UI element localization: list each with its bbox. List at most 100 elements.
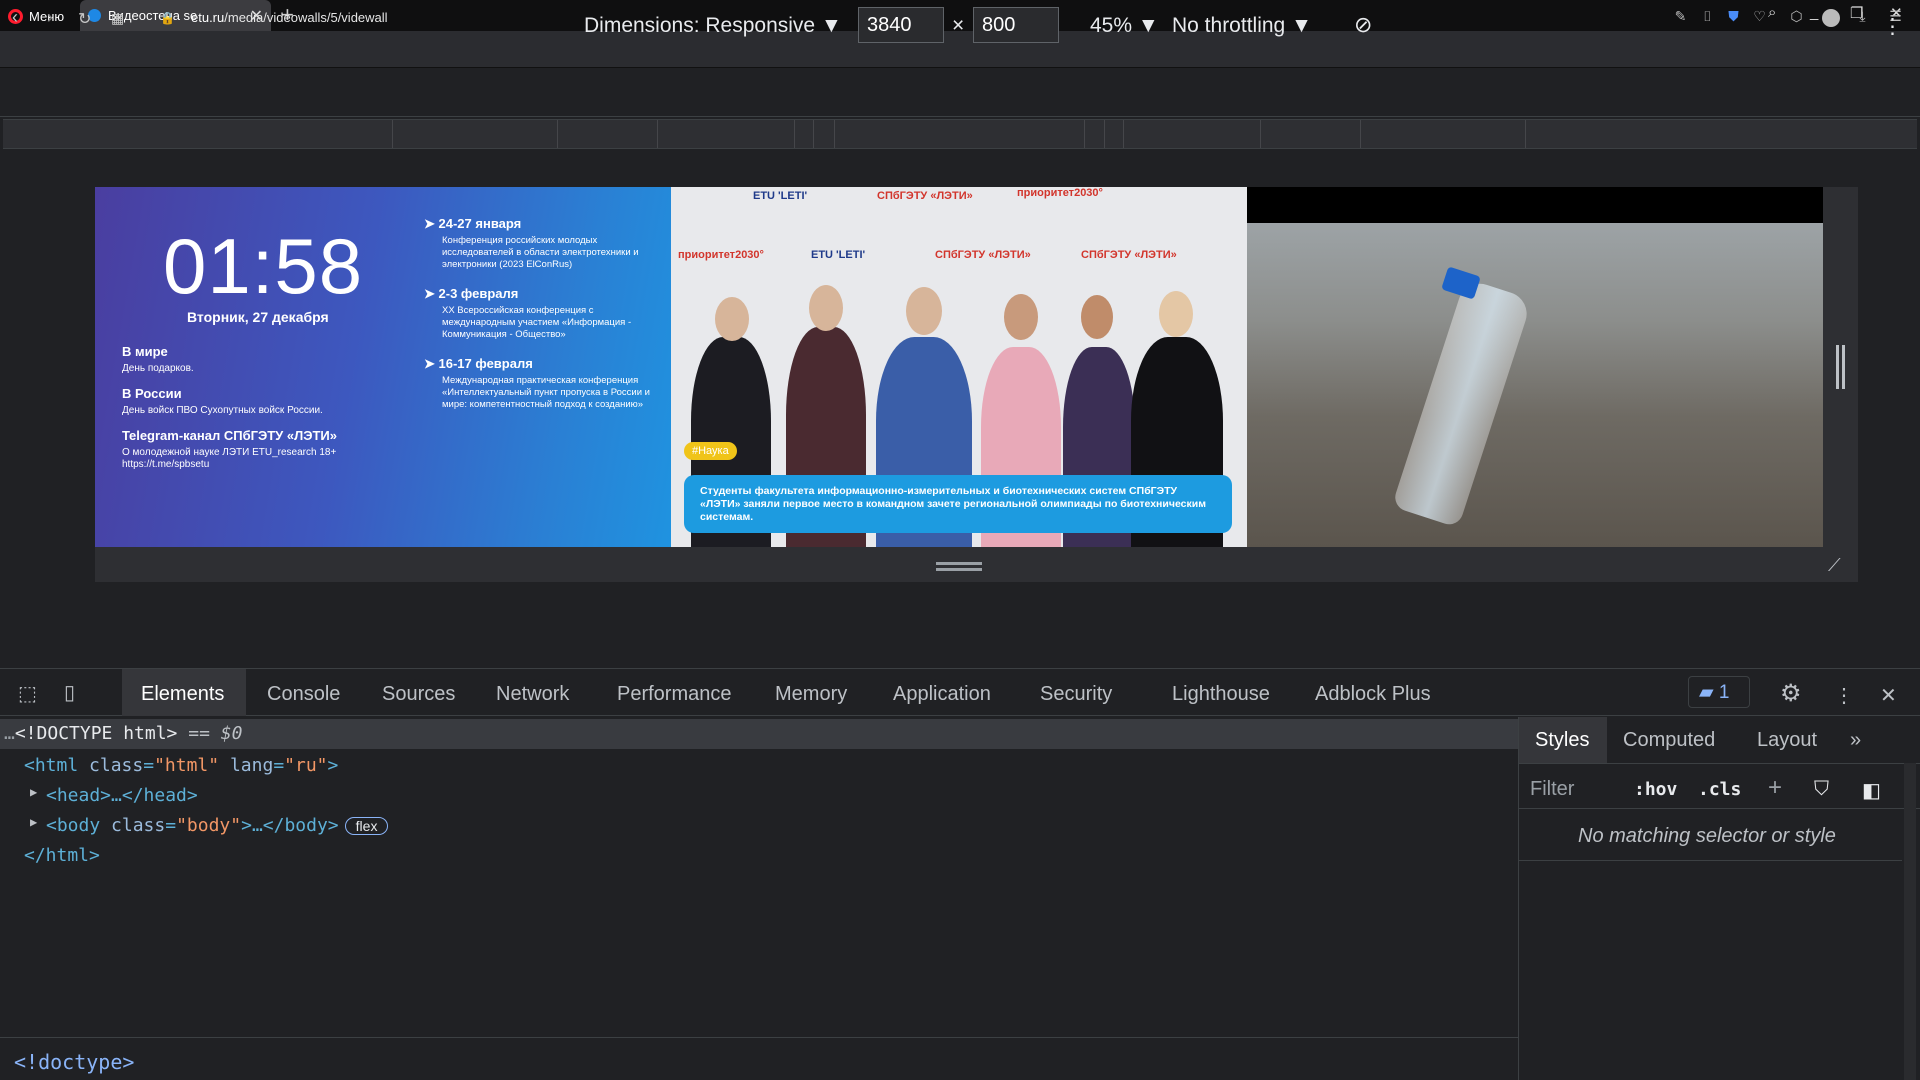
russia-text: День войск ПВО Сухопутных войск России. — [122, 405, 323, 416]
bottle-cap — [1441, 266, 1481, 300]
minimize-icon[interactable]: _ — [1810, 4, 1818, 21]
dimensions-dropdown[interactable]: Dimensions: Responsive ▼ — [584, 14, 842, 38]
dom-body-line[interactable]: <body class="body">…</body> flex — [46, 815, 389, 836]
close-devtools-icon[interactable]: ✕ — [1880, 683, 1897, 708]
ruler-tick — [1260, 120, 1261, 148]
reload-icon[interactable]: ↻ — [78, 9, 91, 29]
download-icon[interactable]: ⤓ — [1855, 9, 1870, 24]
dom-head-line[interactable]: <head>…</head> — [46, 785, 198, 806]
no-matching-styles: No matching selector or style — [1578, 825, 1836, 847]
ruler-tick — [1360, 120, 1361, 148]
ruler-tick — [657, 120, 658, 148]
styles-divider[interactable] — [1518, 717, 1519, 1080]
event-date: ➤ 2-3 февраля — [424, 286, 519, 301]
more-options-icon[interactable]: ⋮ — [1882, 14, 1903, 39]
breadcrumb-item[interactable]: <!doctype> — [14, 1050, 134, 1074]
event-date: ➤ 16-17 февраля — [424, 356, 533, 371]
class-toggle-button[interactable]: .cls — [1698, 779, 1741, 800]
divider — [1519, 808, 1920, 809]
chevron-down-icon: ▼ — [820, 14, 842, 37]
cube-icon[interactable]: ⬡ — [1789, 9, 1804, 24]
resize-corner-icon[interactable]: ⟋ — [1828, 555, 1841, 576]
tab-sources[interactable]: Sources — [382, 683, 455, 706]
event-desc: Международная практическая конференция «… — [442, 375, 650, 410]
devtools-more-icon[interactable]: ⋮ — [1834, 683, 1854, 708]
device-toggle-icon[interactable]: ▯ — [64, 680, 75, 705]
tab-security[interactable]: Security — [1040, 683, 1112, 706]
dom-html-line[interactable]: <html class="html" lang="ru"> — [24, 755, 338, 776]
tab-computed[interactable]: Computed — [1623, 729, 1715, 752]
breadcrumb — [0, 1037, 1518, 1080]
media-query-bar[interactable] — [3, 119, 1917, 149]
tab-adblock-plus[interactable]: Adblock Plus — [1315, 683, 1431, 706]
category-badge: #Наука — [684, 442, 737, 460]
tab-network[interactable]: Network — [496, 683, 569, 706]
person-head — [715, 297, 749, 341]
news-photo: ETU 'LETI' СПбГЭТУ «ЛЭТИ» приоритет2030°… — [671, 187, 1247, 547]
avatar-icon[interactable] — [1822, 9, 1840, 27]
message-icon: ▰ — [1699, 682, 1714, 703]
telegram-link[interactable]: https://t.me/spbsetu — [122, 459, 209, 471]
telegram-heading: Telegram-канал СПбГЭТУ «ЛЭТИ» — [122, 428, 337, 443]
styles-filter-input[interactable]: Filter — [1530, 778, 1574, 801]
world-heading: В мире — [122, 344, 168, 359]
tabs-grid-icon[interactable]: ▦ — [111, 10, 124, 27]
ruler-tick — [1084, 120, 1085, 148]
zoom-dropdown[interactable]: 45% ▼ — [1090, 14, 1159, 38]
expand-arrow-icon[interactable]: ▶ — [30, 815, 37, 829]
russia-heading: В России — [122, 386, 182, 401]
dom-doctype-line[interactable]: …<!DOCTYPE html> == $0 — [4, 723, 242, 744]
beach-photo — [1247, 223, 1823, 547]
ruler-tick — [557, 120, 558, 148]
height-input[interactable]: 800 — [973, 7, 1059, 43]
tab-elements[interactable]: Elements — [141, 683, 224, 706]
ruler-tick — [834, 120, 835, 148]
date: Вторник, 27 декабря — [187, 309, 329, 325]
spb-logo: СПбГЭТУ «ЛЭТИ» — [1081, 249, 1177, 261]
flex-badge[interactable]: flex — [344, 817, 389, 835]
telegram-text: О молодежной науке ЛЭТИ ETU_research 18+ — [122, 447, 337, 458]
settings-gear-icon[interactable]: ⚙ — [1780, 679, 1802, 708]
paint-icon[interactable]: ⛉ — [1814, 778, 1829, 801]
resize-handle-right[interactable] — [1836, 345, 1839, 389]
throttling-dropdown[interactable]: No throttling ▼ — [1172, 14, 1312, 38]
person-head — [1081, 295, 1113, 339]
resize-handle-bottom[interactable] — [936, 562, 982, 565]
tab-layout[interactable]: Layout — [1757, 729, 1817, 752]
search-tabs-icon[interactable]: ⌕ — [1768, 4, 1776, 21]
rotate-icon[interactable]: ⊘ — [1354, 12, 1372, 38]
sidebar-toggle-icon[interactable]: ◧ — [1862, 778, 1881, 803]
tab-application[interactable]: Application — [893, 683, 991, 706]
event-desc: XX Всероссийская конференция с междунаро… — [442, 305, 632, 340]
hover-state-button[interactable]: :hov — [1634, 779, 1677, 800]
edit-icon[interactable]: ✎ — [1673, 9, 1688, 24]
person-head — [809, 285, 843, 331]
camera-icon[interactable]: ⌷ — [1700, 9, 1715, 24]
add-rule-icon[interactable]: + — [1768, 774, 1782, 802]
inspect-element-icon[interactable]: ⬚ — [18, 681, 37, 706]
ruler-tick — [1104, 120, 1105, 148]
dom-html-close[interactable]: </html> — [24, 845, 100, 866]
more-tabs-icon[interactable]: » — [1850, 729, 1861, 752]
tab-lighthouse[interactable]: Lighthouse — [1172, 683, 1270, 706]
url-field[interactable]: etu.ru/media/videowalls/5/videwall — [191, 10, 388, 25]
ruler-tick — [392, 120, 393, 148]
ruler-tick — [1525, 120, 1526, 148]
event-desc: Конференция российских молодых исследова… — [442, 235, 639, 270]
tab-console[interactable]: Console — [267, 683, 340, 706]
person-head — [1004, 294, 1038, 340]
chevron-down-icon: ▼ — [1137, 14, 1159, 37]
shield-icon[interactable]: ⛊ — [1726, 9, 1741, 24]
ruler-tick — [794, 120, 795, 148]
width-input[interactable]: 3840 — [858, 7, 944, 43]
tab-styles[interactable]: Styles — [1535, 729, 1589, 752]
heart-icon[interactable]: ♡ — [1752, 9, 1767, 24]
issues-counter[interactable]: ▰ 1 — [1688, 676, 1750, 708]
back-icon[interactable]: ‹ — [12, 7, 18, 28]
scrollbar[interactable] — [1904, 763, 1916, 1080]
etu-logo: ETU 'LETI' — [811, 249, 866, 261]
forward-icon[interactable]: › — [47, 7, 53, 28]
expand-arrow-icon[interactable]: ▶ — [30, 785, 37, 799]
tab-memory[interactable]: Memory — [775, 683, 847, 706]
tab-performance[interactable]: Performance — [617, 683, 732, 706]
